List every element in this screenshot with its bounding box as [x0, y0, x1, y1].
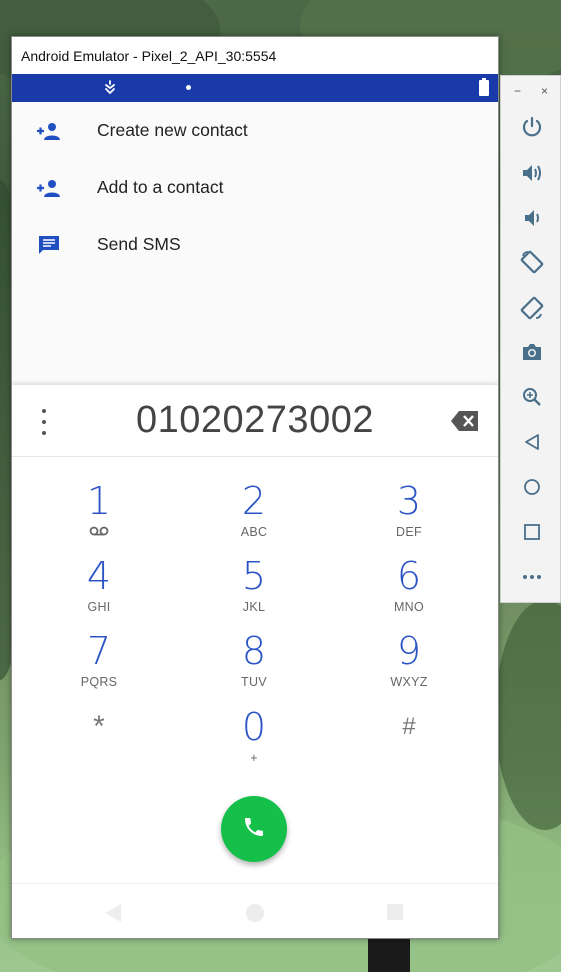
key-3[interactable]: 3 DEF [354, 481, 464, 551]
overflow-menu-icon[interactable] [36, 409, 52, 435]
status-bar [12, 74, 498, 102]
menu-item-label: Send SMS [97, 234, 181, 254]
battery-icon [479, 78, 489, 96]
key-star[interactable]: * [44, 707, 154, 777]
nav-home-icon[interactable] [244, 902, 266, 929]
message-icon [36, 234, 62, 256]
key-4[interactable]: 4 GHI [44, 556, 154, 626]
close-button[interactable]: × [541, 84, 548, 98]
volume-up-icon[interactable] [519, 160, 545, 186]
dialpad: 01020273002 1 2 ABC 3 DEF 4 GHI 5 JKL 6 … [12, 385, 498, 883]
nav-overview-icon[interactable] [385, 902, 405, 927]
more-icon[interactable] [519, 564, 545, 590]
nav-back-icon[interactable] [102, 902, 124, 929]
action-menu: Create new contact Add to a contact Send… [12, 102, 498, 273]
rotate-right-icon[interactable] [519, 295, 545, 321]
overview-icon[interactable] [519, 519, 545, 545]
camera-icon[interactable] [519, 339, 545, 365]
key-0[interactable]: 0 + [199, 707, 309, 777]
back-icon[interactable] [519, 429, 545, 455]
add-to-contact-item[interactable]: Add to a contact [12, 159, 498, 216]
zoom-icon[interactable] [519, 384, 545, 410]
window-title-bar[interactable]: Android Emulator - Pixel_2_API_30:5554 [12, 37, 498, 74]
key-2[interactable]: 2 ABC [199, 481, 309, 551]
add-person-icon [36, 177, 62, 199]
window-title: Android Emulator - Pixel_2_API_30:5554 [21, 47, 277, 64]
call-button[interactable] [221, 796, 287, 862]
add-person-icon [36, 120, 62, 142]
power-icon[interactable] [519, 114, 545, 140]
key-9[interactable]: 9 WXYZ [354, 631, 464, 701]
emulator-window: Android Emulator - Pixel_2_API_30:5554 C… [11, 36, 499, 939]
backspace-icon[interactable] [450, 410, 480, 437]
notification-icon [103, 80, 117, 101]
home-icon[interactable] [519, 474, 545, 500]
key-1[interactable]: 1 [44, 481, 154, 551]
minimize-button[interactable]: − [514, 84, 521, 98]
key-8[interactable]: 8 TUV [199, 631, 309, 701]
key-hash[interactable]: # [354, 707, 464, 777]
rotate-left-icon[interactable] [519, 249, 545, 275]
phone-icon [242, 815, 266, 844]
volume-down-icon[interactable] [519, 205, 545, 231]
menu-item-label: Create new contact [97, 120, 248, 140]
key-7[interactable]: 7 PQRS [44, 631, 154, 701]
navigation-bar [12, 883, 498, 938]
dialed-number[interactable]: 01020273002 [72, 399, 438, 442]
key-5[interactable]: 5 JKL [199, 556, 309, 626]
menu-item-label: Add to a contact [97, 177, 224, 197]
emulator-toolbar: − × [500, 75, 561, 603]
digits-row: 01020273002 [12, 385, 498, 457]
voicemail-icon [44, 525, 154, 539]
create-new-contact-item[interactable]: Create new contact [12, 102, 498, 159]
dot-icon [186, 85, 191, 90]
send-sms-item[interactable]: Send SMS [12, 216, 498, 273]
key-6[interactable]: 6 MNO [354, 556, 464, 626]
